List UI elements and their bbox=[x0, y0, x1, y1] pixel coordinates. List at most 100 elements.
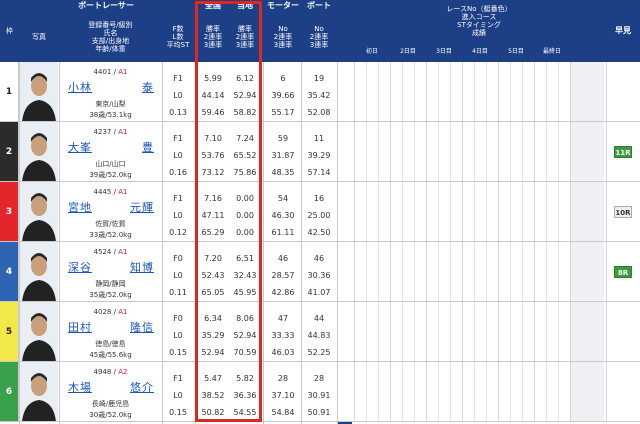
touchi-stat: 7.24 bbox=[236, 134, 254, 143]
family-name: 深谷 bbox=[68, 261, 92, 274]
touchi-stat: 75.86 bbox=[233, 168, 257, 177]
result-cell bbox=[354, 362, 390, 422]
touchi-stat: 45.95 bbox=[233, 288, 257, 297]
registration: 4237 / A1 bbox=[93, 128, 128, 136]
waku-number: 2 bbox=[0, 122, 19, 182]
day-header-4: 4日目 bbox=[462, 44, 498, 60]
day-header-3: 3日目 bbox=[426, 44, 462, 60]
touchi-rate-header: 勝率 2連率 3連率 bbox=[229, 12, 261, 62]
column-divider bbox=[337, 62, 338, 424]
racer-branch: 佐賀/佐賀 bbox=[95, 220, 126, 228]
racer-name-link[interactable]: 深谷 知博 bbox=[68, 259, 154, 275]
motor-stat: 31.87 bbox=[271, 151, 295, 160]
hayami-race-badge[interactable]: 8R bbox=[614, 266, 632, 278]
racer-row: 6 4948 / A2 木場 悠介 長崎/鹿児島 30歳/52.0kg F1 L0 0.15 5.… bbox=[0, 362, 640, 422]
racer-row: 2 4237 / A1 大峯 豊山口/山口 39歳/52.0kg F1 L0 0.16 7.10… bbox=[0, 122, 640, 182]
boat-header: ボート bbox=[302, 0, 336, 12]
racer-age-weight: 38歳/53.1kg bbox=[89, 111, 132, 119]
boat-stat: 39.29 bbox=[307, 151, 331, 160]
zenkoku-stat: 7.16 bbox=[204, 194, 222, 203]
result-cell bbox=[462, 182, 498, 242]
f-count: F1 bbox=[173, 74, 183, 83]
day-header-1: 初日 bbox=[354, 44, 390, 60]
result-cell bbox=[426, 302, 462, 362]
reg-number: 4237 bbox=[93, 128, 112, 136]
family-name: 大峯 bbox=[68, 141, 92, 154]
avg-st: 0.16 bbox=[169, 168, 187, 177]
zenkoku-stat: 59.46 bbox=[201, 108, 225, 117]
result-cell bbox=[462, 362, 498, 422]
zenkoku-stat: 7.20 bbox=[204, 254, 222, 263]
result-cell bbox=[354, 62, 390, 122]
given-name: 豊 bbox=[142, 141, 154, 154]
racer-name-link[interactable]: 小林 泰 bbox=[68, 79, 154, 95]
result-cell bbox=[354, 242, 390, 302]
motor-stat: 28.57 bbox=[271, 271, 295, 280]
reg-number: 4401 bbox=[93, 68, 112, 76]
touchi-stat: 65.52 bbox=[233, 151, 257, 160]
given-name: 隆信 bbox=[130, 321, 154, 334]
motor-stat: 48.35 bbox=[271, 168, 295, 177]
racer-info: 4445 / A1 宮地 元輝 佐賀/佐賀 33歳/52.0kg bbox=[60, 182, 161, 242]
hayami-header: 早見 bbox=[606, 0, 640, 62]
reg-number: 4524 bbox=[93, 248, 112, 256]
racer-name-link[interactable]: 田村 隆信 bbox=[68, 319, 154, 335]
motor-header: モーター bbox=[264, 0, 302, 12]
motor-stat: 59 bbox=[277, 134, 289, 143]
result-cell bbox=[354, 122, 390, 182]
racer-row: 5 4028 / A1 田村 隆信 徳島/徳島 45歳/55.6kg F0 L0 0.15 6.3… bbox=[0, 302, 640, 362]
zenkoku-stat: 6.34 bbox=[204, 314, 222, 323]
l-count: L0 bbox=[173, 211, 183, 220]
touchi-stat: 8.06 bbox=[236, 314, 254, 323]
family-name: 宮地 bbox=[68, 201, 92, 214]
l-count: L0 bbox=[173, 331, 183, 340]
racer-age-weight: 45歳/55.6kg bbox=[89, 351, 132, 359]
hayami-race-badge[interactable]: 10R bbox=[614, 206, 632, 218]
boat-stat: 28 bbox=[313, 374, 325, 383]
motor-stat: 55.17 bbox=[271, 108, 295, 117]
motor-stat: 39.66 bbox=[271, 91, 295, 100]
registration: 4445 / A1 bbox=[93, 188, 128, 196]
f-count: F1 bbox=[173, 194, 183, 203]
zenkoku-stat: 44.14 bbox=[201, 91, 225, 100]
column-divider bbox=[162, 62, 163, 424]
boat-stat: 19 bbox=[313, 74, 325, 83]
result-cell bbox=[498, 302, 534, 362]
racer-name-link[interactable]: 宮地 元輝 bbox=[68, 199, 154, 215]
result-cell-extra bbox=[570, 362, 604, 422]
touchi-stat: 52.94 bbox=[233, 331, 257, 340]
zenkoku-stat: 47.11 bbox=[201, 211, 225, 220]
given-name: 元輝 bbox=[130, 201, 154, 214]
racer-info: 4948 / A2 木場 悠介 長崎/鹿児島 30歳/52.0kg bbox=[60, 362, 161, 422]
result-cell-extra bbox=[570, 182, 604, 242]
racer-photo bbox=[20, 182, 58, 242]
reg-number: 4028 bbox=[93, 308, 112, 316]
hayami-cell bbox=[606, 362, 640, 422]
hayami-race-badge[interactable]: 11R bbox=[614, 146, 632, 158]
touchi-stat: 0.00 bbox=[236, 211, 254, 220]
boat-stat: 52.25 bbox=[307, 348, 331, 357]
motor-stat: 33.33 bbox=[271, 331, 295, 340]
boat-stat: 30.91 bbox=[307, 391, 331, 400]
result-cell bbox=[534, 362, 570, 422]
photo-header: 写真 bbox=[20, 12, 58, 62]
boat-stat: 41.07 bbox=[307, 288, 331, 297]
motor-stat: 46.30 bbox=[271, 211, 295, 220]
waku-number: 6 bbox=[0, 362, 19, 422]
result-cell bbox=[534, 302, 570, 362]
touchi-stat: 36.36 bbox=[233, 391, 257, 400]
racer-info: 4028 / A1 田村 隆信 徳島/徳島 45歳/55.6kg bbox=[60, 302, 161, 362]
column-divider bbox=[301, 62, 302, 424]
l-count: L0 bbox=[173, 391, 183, 400]
racer-name-link[interactable]: 木場 悠介 bbox=[68, 379, 154, 395]
result-cell-extra bbox=[570, 302, 604, 362]
hayami-cell bbox=[606, 302, 640, 362]
race-no-header: レースNo（艇番色） 進入コース STタイミング 成績 bbox=[354, 0, 604, 42]
racer-class: A1 bbox=[118, 68, 128, 76]
boat-stat: 16 bbox=[313, 194, 325, 203]
racer-photo bbox=[20, 122, 58, 182]
racer-name-link[interactable]: 大峯 豊 bbox=[68, 139, 154, 155]
avg-st: 0.12 bbox=[169, 228, 187, 237]
result-cell bbox=[390, 242, 426, 302]
racer-branch: 徳島/徳島 bbox=[95, 340, 126, 348]
